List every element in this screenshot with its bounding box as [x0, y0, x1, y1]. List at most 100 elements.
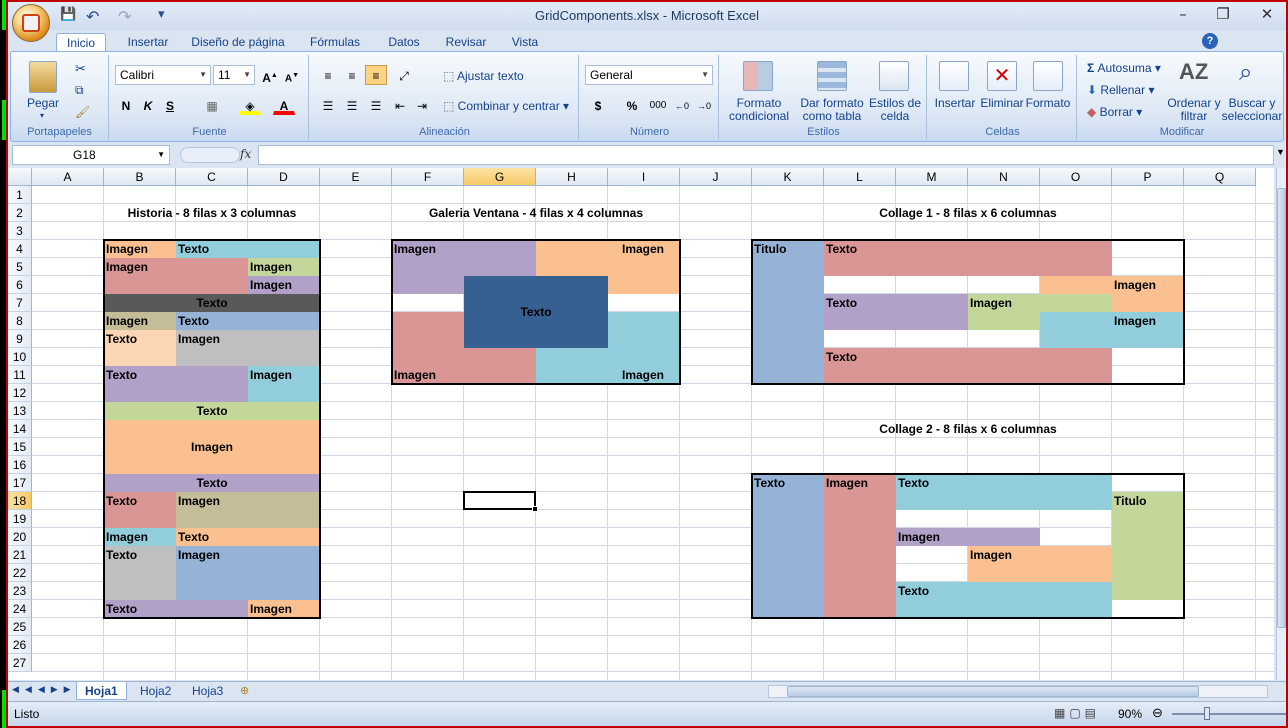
cell-styles-button[interactable]: Estilos de celda	[867, 97, 923, 123]
row-header-17[interactable]: 17	[8, 474, 32, 492]
row-header-3[interactable]: 3	[8, 222, 32, 240]
formula-input[interactable]	[258, 145, 1274, 165]
zoom-out-icon[interactable]: ⊖	[1152, 705, 1163, 721]
close-button[interactable]: ✕	[1252, 5, 1282, 25]
format-as-table-button[interactable]: Dar formato como tabla	[797, 97, 867, 123]
row-header-9[interactable]: 9	[8, 330, 32, 348]
column-header-e[interactable]: E	[320, 168, 392, 186]
currency-button[interactable]: $	[587, 95, 609, 115]
column-header-o[interactable]: O	[1040, 168, 1112, 186]
minimize-button[interactable]: –	[1168, 5, 1198, 25]
column-header-f[interactable]: F	[392, 168, 464, 186]
row-header-2[interactable]: 2	[8, 204, 32, 222]
delete-cells-button[interactable]: Eliminar	[979, 97, 1025, 110]
row-header-24[interactable]: 24	[8, 600, 32, 618]
help-icon[interactable]: ?	[1202, 33, 1218, 49]
tab-formulas[interactable]: Fórmulas	[304, 33, 366, 52]
align-top-icon[interactable]: ≡	[317, 65, 339, 85]
tab-insertar[interactable]: Insertar	[116, 33, 180, 52]
row-header-1[interactable]: 1	[8, 186, 32, 204]
bold-button[interactable]: N	[115, 95, 137, 115]
column-header-i[interactable]: I	[608, 168, 680, 186]
thousands-button[interactable]: 000	[645, 95, 671, 115]
find-select-button[interactable]: Buscar y seleccionar	[1219, 97, 1285, 123]
column-header-l[interactable]: L	[824, 168, 896, 186]
align-right-icon[interactable]: ☰	[365, 95, 387, 115]
zoom-slider[interactable]	[1172, 713, 1286, 715]
shrink-font-button[interactable]: A▼	[281, 65, 303, 85]
row-header-19[interactable]: 19	[8, 510, 32, 528]
autosum-button[interactable]: Σ Autosuma ▾	[1087, 61, 1161, 75]
column-header-j[interactable]: J	[680, 168, 752, 186]
row-header-20[interactable]: 20	[8, 528, 32, 546]
row-header-8[interactable]: 8	[8, 312, 32, 330]
row-header-18[interactable]: 18	[8, 492, 32, 510]
sheet-tab-hoja3[interactable]: Hoja3	[184, 682, 231, 700]
tab-inicio[interactable]: Inicio	[56, 33, 106, 52]
row-header-27[interactable]: 27	[8, 654, 32, 672]
formula-bar-expander[interactable]	[180, 147, 240, 163]
format-cells-button[interactable]: Formato	[1025, 97, 1071, 110]
column-header-k[interactable]: K	[752, 168, 824, 186]
column-header-a[interactable]: A	[32, 168, 104, 186]
column-header-m[interactable]: M	[896, 168, 968, 186]
row-header-14[interactable]: 14	[8, 420, 32, 438]
insert-function-icon[interactable]: fx	[240, 147, 251, 161]
increase-indent-icon[interactable]: ⇥	[411, 95, 433, 115]
sheet-nav-icon[interactable]: ◀◀◀▶▶	[12, 684, 77, 695]
insert-cells-button[interactable]: Insertar	[931, 97, 979, 110]
column-header-p[interactable]: P	[1112, 168, 1184, 186]
row-header-4[interactable]: 4	[8, 240, 32, 258]
worksheet-grid[interactable]: ABCDEFGHIJKLMNOPQ 1 2 3 4 5 6 7 8 9 10 11 12 13 14 15 1…	[8, 168, 1274, 680]
cut-icon[interactable]: ✂	[75, 61, 86, 77]
column-header-g[interactable]: G	[464, 168, 536, 186]
insert-sheet-icon[interactable]: ⊕	[240, 684, 249, 697]
row-header-7[interactable]: 7	[8, 294, 32, 312]
tab-revisar[interactable]: Revisar	[440, 33, 492, 52]
restore-button[interactable]: ❐	[1208, 5, 1238, 25]
sheet-tab-hoja1[interactable]: Hoja1	[76, 682, 127, 700]
align-center-icon[interactable]: ☰	[341, 95, 363, 115]
column-header-b[interactable]: B	[104, 168, 176, 186]
zoom-slider-thumb[interactable]	[1204, 707, 1210, 720]
grow-font-button[interactable]: A▲	[259, 65, 281, 85]
decrease-decimal-icon[interactable]: →0	[693, 95, 715, 115]
row-header-11[interactable]: 11	[8, 366, 32, 384]
row-header-13[interactable]: 13	[8, 402, 32, 420]
office-button[interactable]	[12, 4, 50, 42]
sort-filter-button[interactable]: Ordenar y filtrar	[1167, 97, 1221, 123]
expand-formula-icon[interactable]: ▼	[1276, 147, 1285, 157]
copy-icon[interactable]: ⧉	[75, 83, 84, 98]
save-icon[interactable]: 💾	[60, 7, 76, 25]
font-color-icon[interactable]: A	[273, 95, 295, 115]
customize-qat-icon[interactable]: ▾	[158, 7, 165, 25]
horizontal-scroll-thumb[interactable]	[787, 686, 1199, 697]
fill-color-icon[interactable]: ◈	[239, 95, 261, 115]
align-left-icon[interactable]: ☰	[317, 95, 339, 115]
italic-button[interactable]: K	[137, 95, 159, 115]
tab-datos[interactable]: Datos	[382, 33, 426, 52]
tab-diseno-pagina[interactable]: Diseño de página	[188, 33, 288, 52]
conditional-format-button[interactable]: Formato condicional	[721, 97, 797, 123]
font-name-combo[interactable]: Calibri ▼	[115, 65, 211, 85]
undo-icon[interactable]: ↶	[86, 7, 99, 26]
row-header-10[interactable]: 10	[8, 348, 32, 366]
row-header-25[interactable]: 25	[8, 618, 32, 636]
format-painter-icon[interactable]: 🖌	[75, 105, 90, 119]
redo-icon[interactable]: ↷	[118, 7, 131, 26]
borders-icon[interactable]: ▦	[201, 95, 223, 115]
column-header-c[interactable]: C	[176, 168, 248, 186]
sheet-tab-hoja2[interactable]: Hoja2	[132, 682, 179, 700]
align-middle-icon[interactable]: ≡	[341, 65, 363, 85]
row-header-16[interactable]: 16	[8, 456, 32, 474]
percent-button[interactable]: %	[621, 95, 643, 115]
increase-decimal-icon[interactable]: ←0	[671, 95, 693, 115]
row-header-21[interactable]: 21	[8, 546, 32, 564]
active-cell[interactable]	[463, 491, 538, 512]
zoom-level[interactable]: 90%	[1118, 707, 1142, 721]
name-box[interactable]: G18 ▼	[12, 145, 170, 165]
wrap-text-button[interactable]: ⬚ Ajustar texto	[443, 69, 524, 83]
tab-vista[interactable]: Vista	[506, 33, 544, 52]
column-header-q[interactable]: Q	[1184, 168, 1256, 186]
orientation-icon[interactable]: ⤢	[393, 65, 415, 85]
